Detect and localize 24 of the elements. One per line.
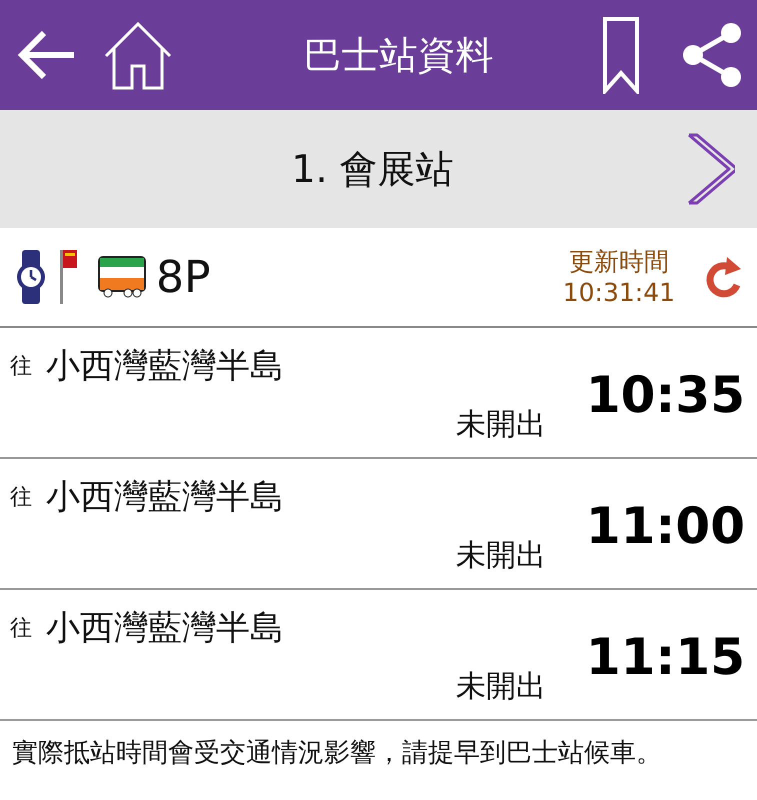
departure-time: 11:00 xyxy=(584,496,745,554)
departure-time: 11:15 xyxy=(584,628,745,686)
departure-time: 10:35 xyxy=(584,366,745,424)
destination: 小西灣藍灣半島 xyxy=(46,476,285,520)
flag-icon xyxy=(58,250,78,304)
departure-status: 未開出 xyxy=(456,537,546,575)
bus-icon xyxy=(98,256,146,298)
direction-label: 往 xyxy=(10,615,32,644)
page-title: 巴士站資料 xyxy=(302,32,494,78)
next-icon[interactable] xyxy=(685,131,735,207)
destination: 小西灣藍灣半島 xyxy=(46,345,285,388)
updated-time: 10:31:41 xyxy=(562,277,675,308)
station-name: 1. 會展站 xyxy=(290,146,455,192)
route-number: 8P xyxy=(156,252,212,302)
notice-text: 實際抵站時間會受交通情況影響，請提早到巴士站候車。 xyxy=(11,737,663,770)
watch-icon xyxy=(14,250,48,304)
share-icon[interactable] xyxy=(681,21,743,89)
departure-status: 未開出 xyxy=(456,668,546,706)
destination: 小西灣藍灣半島 xyxy=(46,607,285,650)
bookmark-icon[interactable] xyxy=(601,16,641,94)
direction-label: 往 xyxy=(10,353,32,382)
departure-status: 未開出 xyxy=(456,406,546,444)
updated-label: 更新時間 xyxy=(568,246,669,277)
direction-label: 往 xyxy=(10,484,32,512)
